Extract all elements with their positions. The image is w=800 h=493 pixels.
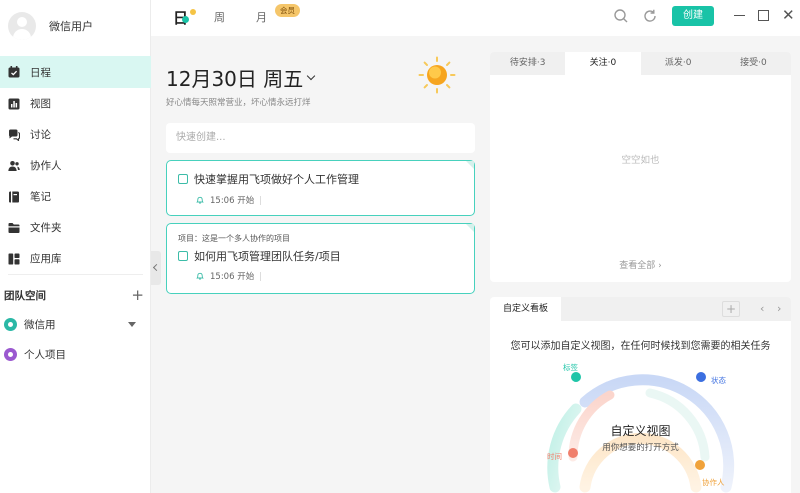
sidebar-item-schedule[interactable]: 日程 [0, 56, 151, 88]
refresh-icon[interactable] [642, 8, 658, 24]
task-time: 15:06 开始 [210, 196, 255, 206]
avatar[interactable] [8, 12, 36, 40]
custom-board-panel: 自定义看板 + ‹ › 您可以添加自定义视图，在任何时候找到您需要的相关任务 标… [490, 297, 791, 493]
team-space-header: 团队空间 + [4, 288, 144, 303]
chevron-right-icon[interactable]: › [777, 301, 781, 317]
sidebar-divider [8, 274, 143, 275]
apps-icon [8, 253, 20, 264]
empty-state: 空空如也 [621, 155, 660, 166]
sidebar-item-label: 协作人 [30, 160, 62, 172]
sidebar-item-notes[interactable]: 笔记 [0, 181, 151, 212]
day-tab-dot [190, 9, 196, 15]
team-icon [4, 318, 17, 331]
chart-icon [8, 98, 20, 109]
sidebar-item-label: 文件夹 [30, 222, 62, 234]
tab-custom-board[interactable]: 自定义看板 [490, 297, 561, 321]
tab-pending[interactable]: 待安排·3 [490, 52, 565, 75]
chevron-left-icon[interactable]: ‹ [760, 301, 764, 317]
chevron-right-icon: › [658, 261, 662, 271]
tab-month[interactable]: 月 [256, 9, 267, 25]
username: 微信用户 [49, 20, 93, 33]
sidebar-item-label: 日程 [30, 66, 51, 79]
label-tag: 标签 [563, 363, 578, 372]
chat-icon [9, 129, 20, 141]
board-tab-bar: 自定义看板 + ‹ › [490, 297, 791, 321]
tab-week[interactable]: 周 [214, 9, 225, 25]
task-tabs-panel: 待安排·3 关注·0 派发·0 接受·0 空空如也 查看全部 › [490, 52, 791, 282]
custom-view-title: 自定义视图 [610, 424, 671, 438]
create-button[interactable]: 创建 [672, 6, 714, 26]
tab-assigned[interactable]: 派发·0 [641, 52, 716, 75]
task-card[interactable]: 快速掌握用飞项做好个人工作管理 15:06 开始 [166, 160, 475, 216]
meta-divider [260, 195, 262, 205]
people-icon [8, 160, 20, 171]
meta-divider [260, 271, 262, 281]
note-icon [9, 191, 19, 202]
bell-icon [196, 272, 204, 280]
task-title: 如何用飞项管理团队任务/项目 [194, 250, 341, 263]
add-team-icon[interactable]: + [131, 288, 144, 303]
minimize-icon[interactable] [734, 15, 745, 16]
custom-view-subtitle: 用你想要的打开方式 [602, 443, 679, 453]
date-picker[interactable]: 12月30日 周五 [166, 63, 316, 92]
add-board-button[interactable]: + [722, 301, 740, 317]
sidebar-item-discussion[interactable]: 讨论 [0, 119, 151, 150]
sidebar-item-label: 应用库 [30, 253, 62, 265]
task-checkbox[interactable] [178, 251, 188, 261]
card-corner [466, 161, 474, 169]
team-item-label: 微信用 [24, 319, 56, 331]
top-bar: 日 周 月 会员 创建 ✕ [151, 0, 800, 36]
sidebar: 微信用户 日程 视图 讨论 协作人 笔记 文件夹 应用库 团队空间 + 微信用 … [0, 0, 151, 493]
sidebar-nav: 日程 视图 讨论 协作人 笔记 文件夹 应用库 [0, 56, 151, 274]
sidebar-item-label: 笔记 [30, 191, 51, 203]
page-title: 12月30日 周五 [166, 67, 304, 91]
team-item-label: 个人项目 [24, 349, 66, 361]
team-item-wechat[interactable]: 微信用 [4, 317, 144, 332]
task-meta: 15:06 开始 [196, 270, 262, 282]
folder-icon [8, 222, 20, 233]
calendar-icon [8, 66, 20, 78]
task-card[interactable]: 项目：这是一个多人协作的项目 如何用飞项管理团队任务/项目 15:06 开始 [166, 223, 475, 294]
view-all-label: 查看全部 [619, 261, 656, 271]
team-space-title: 团队空间 [4, 290, 46, 302]
team-item-personal-project[interactable]: 个人项目 [4, 347, 144, 362]
tab-following[interactable]: 关注·0 [565, 52, 641, 75]
user-profile[interactable]: 微信用户 [8, 12, 93, 40]
task-title: 快速掌握用飞项做好个人工作管理 [194, 173, 359, 186]
collaborator-dot [695, 460, 705, 470]
sidebar-item-label: 视图 [30, 98, 51, 110]
tab-bar: 待安排·3 关注·0 派发·0 接受·0 [490, 52, 791, 75]
tag-dot [571, 372, 581, 382]
task-time: 15:06 开始 [210, 272, 255, 282]
search-icon[interactable] [613, 8, 629, 24]
daily-quote: 好心情每天照常营业，坏心情永远打烊 [166, 98, 311, 108]
sidebar-item-collaborators[interactable]: 协作人 [0, 150, 151, 181]
close-icon[interactable]: ✕ [782, 7, 795, 23]
collapse-sidebar-handle[interactable] [151, 251, 161, 285]
tab-accepted[interactable]: 接受·0 [716, 52, 791, 75]
project-icon [4, 348, 17, 361]
board-description: 您可以添加自定义视图，在任何时候找到您需要的相关任务 [510, 341, 771, 352]
task-checkbox[interactable] [178, 174, 188, 184]
label-collaborators: 协作人 [702, 478, 725, 487]
sidebar-item-label: 讨论 [30, 129, 51, 141]
vip-badge: 会员 [275, 4, 300, 17]
sun-icon [418, 56, 456, 94]
sidebar-item-app-library[interactable]: 应用库 [0, 243, 151, 274]
sidebar-item-folders[interactable]: 文件夹 [0, 212, 151, 243]
label-status: 状态 [711, 376, 726, 385]
chevron-down-icon[interactable] [128, 322, 136, 327]
view-all-link[interactable]: 查看全部 › [490, 258, 791, 271]
bell-icon [196, 196, 204, 204]
task-project: 项目：这是一个多人协作的项目 [178, 234, 290, 243]
chevron-down-icon [307, 71, 316, 80]
sidebar-item-views[interactable]: 视图 [0, 88, 151, 119]
card-corner [466, 224, 474, 232]
status-dot [696, 372, 706, 382]
quick-create-input[interactable]: 快速创建... [166, 123, 475, 153]
maximize-icon[interactable] [758, 10, 769, 21]
day-tab-dot-accent [182, 16, 189, 23]
task-meta: 15:06 开始 [196, 194, 262, 206]
